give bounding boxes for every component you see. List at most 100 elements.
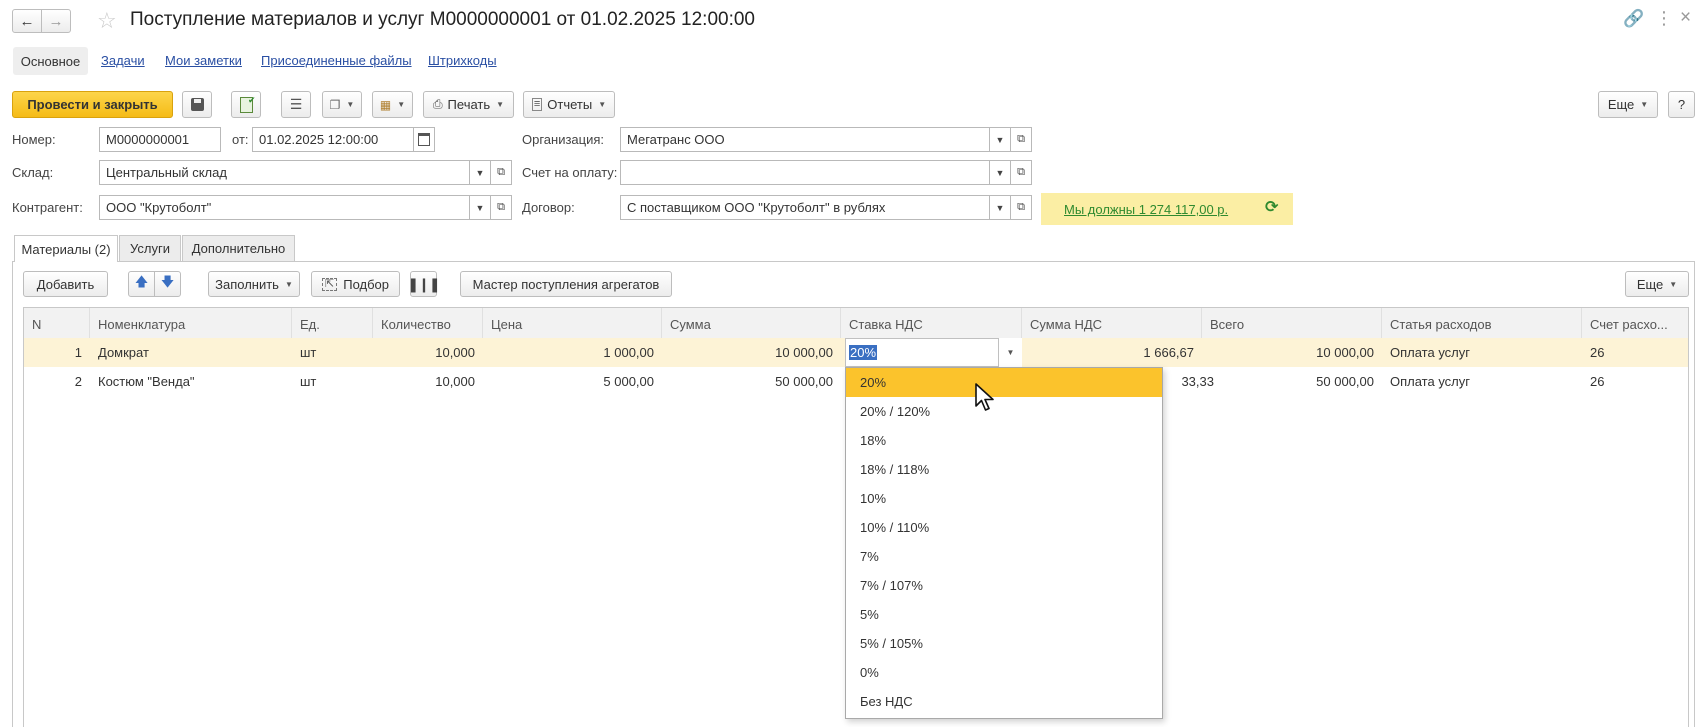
- list-icon: ☰: [289, 96, 303, 112]
- arrow-left-icon: ←: [19, 12, 35, 30]
- organization-label: Организация:: [522, 132, 605, 147]
- aggregates-wizard-button[interactable]: Мастер поступления агрегатов: [460, 271, 672, 297]
- contract-dropdown-button[interactable]: ▼: [989, 195, 1011, 220]
- vat-option-7-107[interactable]: 7% / 107%: [846, 571, 1162, 600]
- post-document-icon: ✔: [239, 95, 256, 113]
- related-docs-button[interactable]: ▦ ▼: [372, 91, 413, 118]
- number-label: Номер:: [12, 132, 56, 147]
- link-icon[interactable]: 🔗: [1623, 9, 1644, 29]
- back-button[interactable]: ←: [12, 9, 42, 33]
- refresh-icon[interactable]: ⟳: [1265, 197, 1278, 217]
- cell-price: 1 000,00: [603, 344, 654, 360]
- print-button[interactable]: ⎙ Печать ▼: [423, 91, 514, 118]
- col-total[interactable]: Всего: [1202, 308, 1382, 340]
- col-n[interactable]: N: [24, 308, 90, 340]
- date-field[interactable]: 01.02.2025 12:00:00: [252, 127, 414, 152]
- pick-icon: ⇱: [322, 277, 338, 291]
- vat-option-5-105[interactable]: 5% / 105%: [846, 629, 1162, 658]
- more-vertical-icon[interactable]: ⋮: [1655, 8, 1673, 29]
- col-nomenclature[interactable]: Номенклатура: [90, 308, 292, 340]
- tab-services[interactable]: Услуги: [119, 235, 181, 261]
- tab-main[interactable]: Основное: [13, 47, 88, 75]
- help-button[interactable]: ?: [1668, 91, 1695, 118]
- warehouse-open-button[interactable]: ⧉: [490, 160, 512, 185]
- cell-n: 1: [74, 344, 82, 360]
- tab-my-notes[interactable]: Мои заметки: [165, 53, 242, 68]
- col-vat-sum[interactable]: Сумма НДС: [1022, 308, 1202, 340]
- vat-option-0[interactable]: 0%: [846, 658, 1162, 687]
- open-icon: ⧉: [1017, 133, 1025, 145]
- invoice-open-button[interactable]: ⧉: [1010, 160, 1032, 185]
- vat-option-20-120[interactable]: 20% / 120%: [846, 397, 1162, 426]
- open-icon: ⧉: [1017, 201, 1025, 213]
- document-list-button[interactable]: ☰: [281, 91, 311, 118]
- vat-option-no-vat[interactable]: Без НДС: [846, 687, 1162, 716]
- vat-option-20[interactable]: 20%: [846, 368, 1162, 397]
- warehouse-field[interactable]: Центральный склад: [99, 160, 470, 185]
- contract-open-button[interactable]: ⧉: [1010, 195, 1032, 220]
- col-expense-item[interactable]: Статья расходов: [1382, 308, 1582, 340]
- barcode-button[interactable]: ❚❙❚: [407, 271, 441, 297]
- floppy-disk-icon: [190, 98, 204, 111]
- cell-quantity: 10,000: [435, 373, 475, 389]
- vat-option-10[interactable]: 10%: [846, 484, 1162, 513]
- move-down-button[interactable]: 🡇: [154, 271, 181, 297]
- vat-option-10-110[interactable]: 10% / 110%: [846, 513, 1162, 542]
- pick-button[interactable]: ⇱ Подбор: [311, 271, 400, 297]
- vat-rate-selected-text: 20%: [849, 345, 878, 360]
- table-more-button[interactable]: Еще ▼: [1625, 271, 1689, 297]
- col-price[interactable]: Цена: [483, 308, 662, 340]
- vat-rate-editor[interactable]: 20%: [845, 338, 999, 367]
- invoice-field[interactable]: [620, 160, 990, 185]
- star-icon[interactable]: ☆: [97, 8, 117, 34]
- warehouse-label: Склад:: [12, 165, 54, 180]
- save-button[interactable]: [182, 91, 212, 118]
- calendar-button[interactable]: [413, 127, 435, 152]
- tab-attached-files[interactable]: Присоединенные файлы: [261, 53, 412, 68]
- col-expense-account[interactable]: Счет расхо...: [1582, 308, 1688, 340]
- more-button[interactable]: Еще ▼: [1598, 91, 1658, 118]
- fill-button[interactable]: Заполнить ▼: [208, 271, 300, 297]
- vat-rate-dropdown-button[interactable]: ▼: [999, 338, 1022, 367]
- cell-unit: шт: [300, 344, 317, 360]
- vat-option-18[interactable]: 18%: [846, 426, 1162, 455]
- vat-option-7[interactable]: 7%: [846, 542, 1162, 571]
- calendar-icon: [418, 133, 430, 146]
- open-icon: ⧉: [1017, 166, 1025, 178]
- counterparty-dropdown-button[interactable]: ▼: [469, 195, 491, 220]
- tab-tasks[interactable]: Задачи: [101, 53, 145, 68]
- open-icon: ⧉: [497, 201, 505, 213]
- tab-additional[interactable]: Дополнительно: [182, 235, 295, 261]
- organization-open-button[interactable]: ⧉: [1010, 127, 1032, 152]
- number-field[interactable]: М0000000001: [99, 127, 221, 152]
- col-vat-rate[interactable]: Ставка НДС: [841, 308, 1022, 340]
- debt-link[interactable]: Мы должны 1 274 117,00 р.: [1064, 202, 1228, 217]
- organization-field[interactable]: Мегатранс ООО: [620, 127, 990, 152]
- warehouse-dropdown-button[interactable]: ▼: [469, 160, 491, 185]
- window-title: Поступление материалов и услуг М00000000…: [130, 9, 755, 30]
- col-quantity[interactable]: Количество: [373, 308, 483, 340]
- counterparty-open-button[interactable]: ⧉: [490, 195, 512, 220]
- cell-sum: 10 000,00: [775, 344, 833, 360]
- create-based-on-button[interactable]: ❐ ▼: [322, 91, 362, 118]
- cell-unit: шт: [300, 373, 317, 389]
- post-and-close-button[interactable]: Провести и закрыть: [12, 91, 173, 118]
- close-icon[interactable]: ×: [1680, 7, 1691, 29]
- tab-materials[interactable]: Материалы (2): [14, 235, 118, 262]
- add-row-button[interactable]: Добавить: [23, 271, 108, 297]
- tab-barcodes[interactable]: Штрихкоды: [428, 53, 497, 68]
- vat-option-18-118[interactable]: 18% / 118%: [846, 455, 1162, 484]
- counterparty-field[interactable]: ООО "Крутоболт": [99, 195, 470, 220]
- move-up-button[interactable]: 🡅: [128, 271, 155, 297]
- post-button[interactable]: ✔: [231, 91, 261, 118]
- contract-field[interactable]: С поставщиком ООО "Крутоболт" в рублях: [620, 195, 990, 220]
- forward-button[interactable]: →: [41, 9, 71, 33]
- invoice-dropdown-button[interactable]: ▼: [989, 160, 1011, 185]
- structure-icon: ▦: [379, 97, 392, 112]
- cell-sum: 50 000,00: [775, 373, 833, 389]
- col-unit[interactable]: Ед.: [292, 308, 373, 340]
- organization-dropdown-button[interactable]: ▼: [989, 127, 1011, 152]
- col-sum[interactable]: Сумма: [662, 308, 841, 340]
- reports-button[interactable]: ≡ Отчеты ▼: [523, 91, 615, 118]
- vat-option-5[interactable]: 5%: [846, 600, 1162, 629]
